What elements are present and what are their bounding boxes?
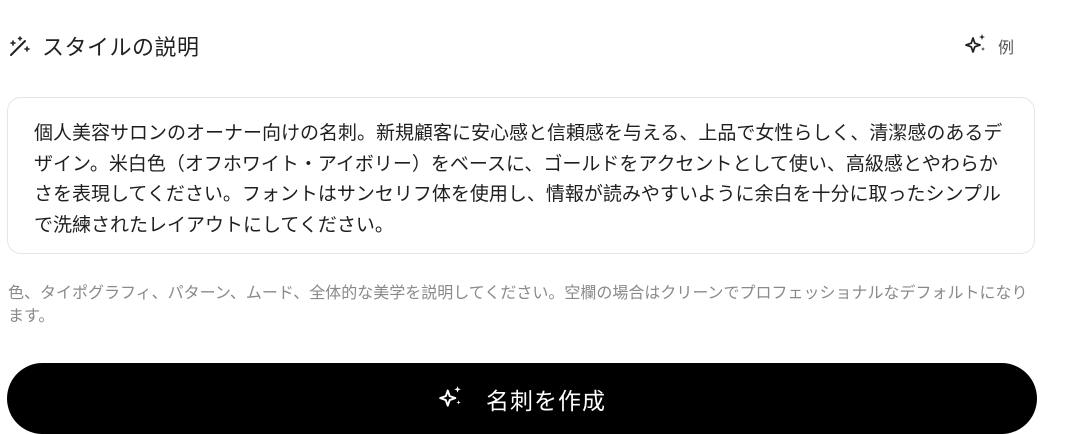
help-text: 色、タイポグラフィ、パターン、ムード、全体的な美学を説明してください。空欄の場合… bbox=[8, 283, 1028, 325]
style-description-textarea[interactable]: 個人美容サロンのオーナー向けの名刺。新規顧客に安心感と信頼感を与える、上品で女性… bbox=[7, 97, 1035, 254]
sparkles-icon bbox=[964, 32, 988, 60]
example-button[interactable]: 例 bbox=[964, 32, 1014, 60]
style-description-panel: スタイルの説明 例 個人美容サロンのオーナー向けの名刺。新規顧客に安心感と信頼感… bbox=[0, 0, 1066, 434]
magic-wand-icon bbox=[8, 34, 32, 58]
create-button-label: 名刺を作成 bbox=[486, 388, 606, 415]
create-business-card-button[interactable]: 名刺を作成 bbox=[7, 363, 1037, 434]
example-button-label: 例 bbox=[997, 38, 1014, 57]
style-description-value: 個人美容サロンのオーナー向けの名刺。新規顧客に安心感と信頼感を与える、上品で女性… bbox=[34, 122, 1003, 236]
sparkles-icon bbox=[438, 384, 464, 414]
style-description-header: スタイルの説明 例 bbox=[8, 28, 1038, 64]
section-title: スタイルの説明 bbox=[42, 36, 200, 61]
